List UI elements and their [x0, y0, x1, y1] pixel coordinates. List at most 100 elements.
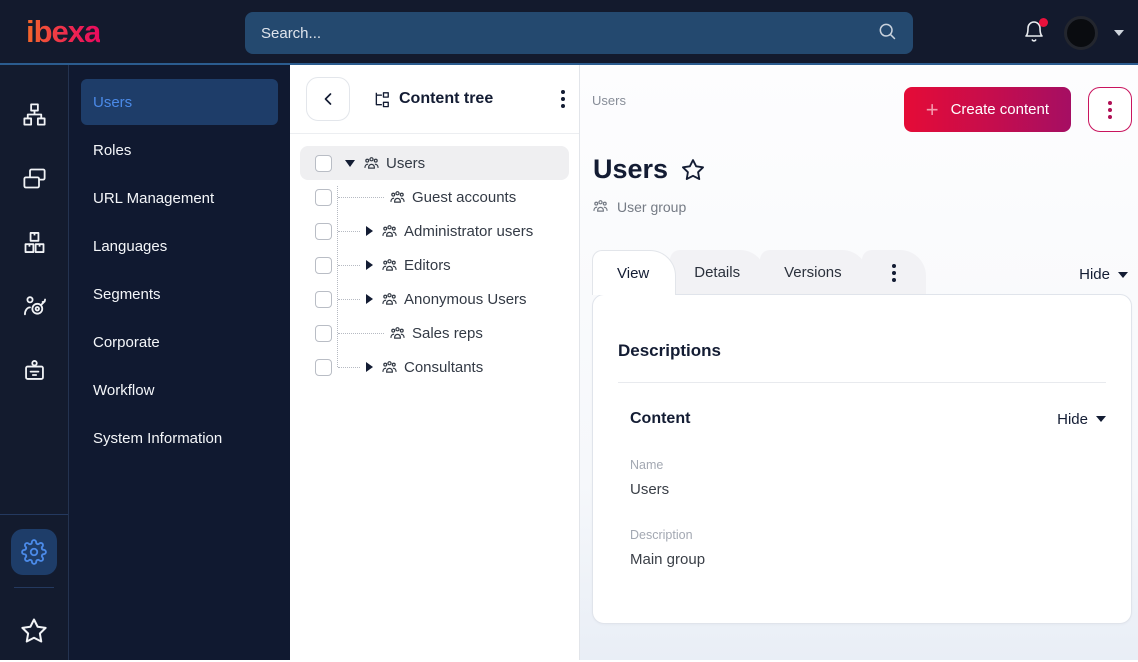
- tree-item-label: Guest accounts: [412, 188, 517, 206]
- content-tree-title: Content tree: [399, 90, 494, 107]
- user-group-icon: [381, 257, 398, 274]
- descriptions-section-title: Descriptions: [618, 341, 721, 360]
- caret-expanded-icon[interactable]: [345, 159, 355, 167]
- primary-icon-sidebar: [0, 65, 69, 660]
- field-value: Main group: [630, 551, 706, 568]
- user-avatar[interactable]: [1064, 15, 1098, 50]
- pages-icon[interactable]: [21, 165, 48, 192]
- checkbox[interactable]: [315, 324, 332, 342]
- tab-view[interactable]: View: [592, 250, 677, 295]
- tree-item-label: Consultants: [404, 358, 484, 376]
- hide-content-toggle[interactable]: Hide: [1057, 411, 1106, 428]
- content-tree-panel: Content tree Users Guest accounts Admini…: [290, 65, 580, 660]
- tree-guide-line: [338, 196, 384, 198]
- caret-down-icon: [1118, 271, 1128, 278]
- tab-details[interactable]: Details: [670, 250, 767, 295]
- user-menu-caret-icon[interactable]: [1114, 29, 1124, 36]
- tab-versions[interactable]: Versions: [760, 250, 868, 295]
- tree-item-editors[interactable]: Editors: [300, 248, 569, 282]
- tree-item-label: Editors: [404, 256, 451, 274]
- sidebar-divider: [14, 587, 54, 588]
- breadcrumb[interactable]: Users: [592, 87, 626, 108]
- caret-collapsed-icon[interactable]: [366, 260, 373, 270]
- tree-guide-line: [338, 366, 360, 368]
- tree-item-label: Anonymous Users: [404, 290, 527, 308]
- sitemap-icon[interactable]: [21, 101, 48, 128]
- search-input[interactable]: [261, 24, 877, 42]
- checkbox[interactable]: [315, 154, 332, 172]
- sidebar-divider: [0, 514, 68, 515]
- caret-collapsed-icon[interactable]: [366, 362, 373, 372]
- sidebar-item-system-information[interactable]: System Information: [81, 415, 278, 461]
- tree-item-users[interactable]: Users: [300, 146, 569, 180]
- checkbox[interactable]: [315, 358, 332, 376]
- sidebar-item-workflow[interactable]: Workflow: [81, 367, 278, 413]
- field-label: Name: [630, 458, 664, 472]
- user-group-icon: [381, 223, 398, 240]
- kebab-icon: [1108, 100, 1112, 119]
- bookmark-star-icon[interactable]: [19, 616, 49, 646]
- favorite-star-icon[interactable]: [680, 157, 706, 183]
- sidebar-item-corporate[interactable]: Corporate: [81, 319, 278, 365]
- sidebar-item-languages[interactable]: Languages: [81, 223, 278, 269]
- tree-guide-line: [338, 298, 360, 300]
- user-group-icon: [381, 291, 398, 308]
- content-group-title: Content: [630, 410, 691, 427]
- more-actions-button[interactable]: [1088, 87, 1132, 132]
- user-group-icon: [363, 155, 380, 172]
- field-name: Name Users: [618, 458, 1106, 498]
- checkbox[interactable]: [315, 222, 332, 240]
- sidebar-item-users[interactable]: Users: [81, 79, 278, 125]
- tree-guide-line: [338, 264, 360, 266]
- tree-item-anonymous-users[interactable]: Anonymous Users: [300, 282, 569, 316]
- content-tree-icon: [372, 90, 391, 109]
- create-content-button[interactable]: + Create content: [903, 87, 1071, 132]
- admin-menu-sidebar: Users Roles URL Management Languages Seg…: [69, 65, 290, 660]
- tab-bar: View Details Versions Hide: [592, 250, 1132, 295]
- tree-item-guest-accounts[interactable]: Guest accounts: [300, 180, 569, 214]
- search-icon[interactable]: [877, 21, 897, 46]
- checkbox[interactable]: [315, 256, 332, 274]
- sidebar-item-url-management[interactable]: URL Management: [81, 175, 278, 221]
- admin-settings-button[interactable]: [11, 529, 57, 575]
- badge-icon[interactable]: [21, 357, 48, 384]
- notification-badge: [1039, 17, 1048, 27]
- global-search[interactable]: [245, 12, 913, 54]
- caret-down-icon: [1096, 416, 1106, 422]
- user-group-icon: [381, 359, 398, 376]
- user-group-icon: [389, 189, 406, 206]
- caret-collapsed-icon[interactable]: [366, 294, 373, 304]
- user-group-icon: [592, 198, 609, 215]
- user-group-icon: [389, 325, 406, 342]
- field-value: Users: [630, 481, 670, 498]
- tree-item-label: Users: [386, 154, 426, 172]
- field-description: Description Main group: [618, 528, 1106, 568]
- plus-icon: +: [925, 96, 939, 122]
- sidebar-item-segments[interactable]: Segments: [81, 271, 278, 317]
- sidebar-item-roles[interactable]: Roles: [81, 127, 278, 173]
- tree-item-sales-reps[interactable]: Sales reps: [300, 316, 569, 350]
- kebab-icon: [891, 263, 896, 282]
- tree-guide-line: [338, 230, 360, 232]
- tree-item-label: Sales reps: [412, 324, 483, 342]
- tree-item-label: Administrator users: [404, 222, 534, 240]
- collapse-tree-button[interactable]: [306, 77, 350, 121]
- settings-gear-icon: [21, 539, 47, 565]
- caret-collapsed-icon[interactable]: [366, 226, 373, 236]
- chevron-left-icon: [318, 89, 338, 109]
- tree-item-consultants[interactable]: Consultants: [300, 350, 569, 384]
- audience-target-icon[interactable]: [21, 293, 48, 320]
- tree-guide-line: [338, 332, 384, 334]
- content-type-label: User group: [592, 198, 1132, 215]
- hide-tabs-toggle[interactable]: Hide: [1079, 266, 1132, 295]
- page-title: Users: [593, 154, 669, 184]
- tab-more[interactable]: [861, 250, 926, 295]
- checkbox[interactable]: [315, 290, 332, 308]
- products-icon[interactable]: [21, 229, 48, 256]
- ibexa-logo: ibexa: [26, 13, 101, 49]
- checkbox[interactable]: [315, 188, 332, 206]
- notifications-bell-icon[interactable]: [1022, 17, 1048, 46]
- tree-item-administrator-users[interactable]: Administrator users: [300, 214, 569, 248]
- content-tree: Users Guest accounts Administrator users: [290, 134, 579, 384]
- tree-options-kebab-icon[interactable]: [561, 90, 565, 108]
